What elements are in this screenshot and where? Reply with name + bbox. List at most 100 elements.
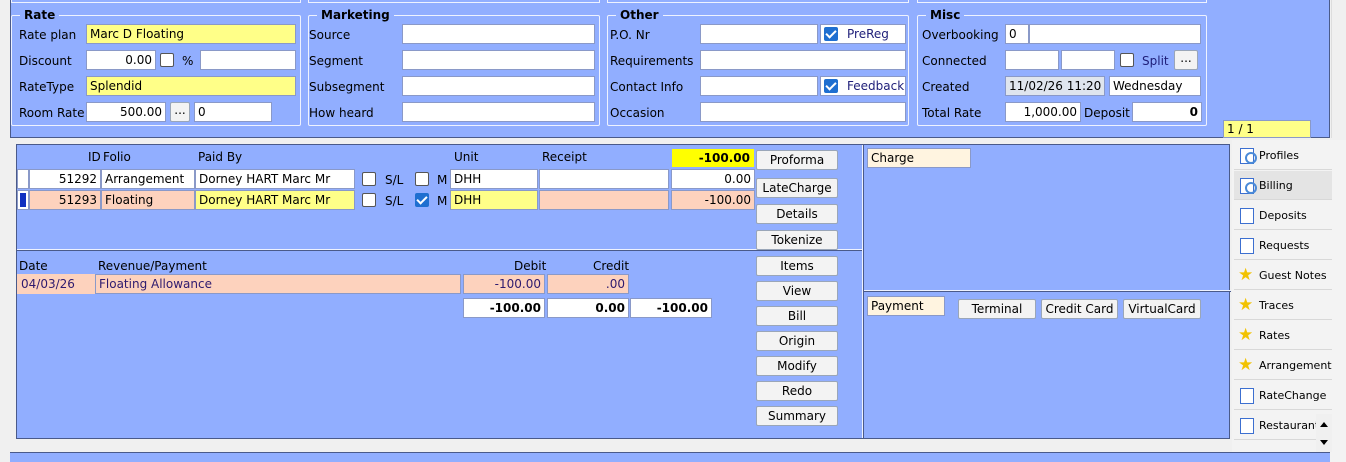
proforma-button[interactable]: Proforma — [756, 150, 838, 170]
terminal-button[interactable]: Terminal — [958, 299, 1036, 319]
sidebar-item-traces[interactable]: ★ Traces — [1234, 291, 1332, 320]
sidebar-item-deposits[interactable]: Deposits — [1234, 201, 1332, 230]
segment-label: Segment — [309, 54, 363, 68]
marketing-group-title: Marketing — [317, 8, 394, 22]
feedback-checkbox[interactable] — [824, 79, 838, 93]
source-label: Source — [309, 28, 351, 42]
connected-label: Connected — [922, 54, 987, 68]
ratetype-field[interactable]: Splendid — [86, 76, 296, 96]
rate-plan-field[interactable]: Marc D Floating — [86, 24, 296, 44]
scroll-up-icon[interactable] — [1320, 422, 1328, 427]
folio-name-cell: Floating — [101, 190, 195, 210]
unit-cell: DHH — [450, 169, 538, 189]
other-group-title: Other — [616, 8, 663, 22]
folio-id-header: ID — [88, 150, 101, 164]
occasion-field[interactable] — [700, 102, 906, 122]
summary-button[interactable]: Summary — [756, 406, 838, 426]
paid-by-cell[interactable]: Dorney HART Marc Mr — [195, 190, 355, 210]
sidebar-item-guest-notes[interactable]: ★ Guest Notes — [1234, 261, 1332, 290]
segment-field[interactable] — [402, 50, 595, 70]
details-button[interactable]: Details — [756, 204, 838, 224]
sidebar-scrollbar[interactable] — [1316, 414, 1332, 452]
rate-plan-label: Rate plan — [19, 28, 77, 42]
discount-percent-checkbox[interactable] — [160, 53, 174, 67]
star-icon: ★ — [1238, 265, 1254, 285]
m-checkbox[interactable] — [415, 172, 429, 186]
row-selector[interactable] — [17, 169, 29, 189]
paid-by-cell[interactable]: Dorney HART Marc Mr — [195, 169, 355, 189]
sidebar-item-arrangement[interactable]: ★ Arrangement — [1234, 351, 1332, 380]
marketing-group: Marketing Source Segment Subsegment How … — [308, 8, 600, 126]
sl-checkbox[interactable] — [362, 172, 376, 186]
charge-label-box: Charge — [867, 148, 971, 168]
room-rate-label: Room Rate — [19, 106, 85, 120]
bill-button[interactable]: Bill — [756, 306, 838, 326]
magnifier-doc-icon — [1240, 178, 1257, 194]
view-button[interactable]: View — [756, 281, 838, 301]
magnifier-doc-icon — [1240, 148, 1257, 164]
rate-group-title: Rate — [20, 8, 60, 22]
amount-cell: -100.00 — [671, 190, 755, 210]
record-pager: 1 / 1 — [1223, 120, 1311, 138]
po-field[interactable] — [700, 24, 818, 44]
sidebar-item-profiles[interactable]: Profiles — [1234, 141, 1332, 170]
rate-group: Rate Rate plan Marc D Floating Discount … — [11, 8, 301, 126]
sidebar-item-label: Arrangement — [1259, 359, 1332, 372]
credit-card-button[interactable]: Credit Card — [1041, 299, 1118, 319]
how-heard-field[interactable] — [402, 102, 595, 122]
m-label: M — [437, 194, 448, 208]
sl-checkbox[interactable] — [362, 193, 376, 207]
room-rate-field[interactable]: 500.00 — [86, 102, 166, 122]
prev-group-edge — [308, 0, 600, 3]
created-label: Created — [922, 80, 970, 94]
table-row[interactable]: 51292 Arrangement Dorney HART Marc Mr S/… — [17, 169, 757, 189]
po-label: P.O. Nr — [610, 28, 650, 42]
modify-button[interactable]: Modify — [756, 356, 838, 376]
subsegment-field[interactable] — [402, 76, 595, 96]
charge-payment-divider — [864, 290, 1231, 292]
sidebar-item-rates[interactable]: ★ Rates — [1234, 321, 1332, 350]
prereg-checkbox[interactable] — [824, 27, 838, 41]
virtual-card-button[interactable]: VirtualCard — [1123, 299, 1201, 319]
connected-field-2[interactable] — [1061, 50, 1115, 70]
receipt-cell — [539, 169, 669, 189]
star-icon: ★ — [1238, 295, 1254, 315]
contact-info-field[interactable] — [700, 76, 818, 96]
split-checkbox[interactable] — [1120, 53, 1134, 67]
split-lookup-button[interactable]: ... — [1174, 50, 1198, 70]
folio-name-cell: Arrangement — [101, 169, 195, 189]
sidebar-item-requests[interactable]: Requests — [1234, 231, 1332, 260]
overbooking-field[interactable]: 0 — [1005, 24, 1029, 44]
document-icon — [1240, 388, 1254, 404]
discount-extra-field[interactable] — [200, 50, 296, 70]
source-field[interactable] — [402, 24, 595, 44]
origin-button[interactable]: Origin — [756, 331, 838, 351]
overbooking-label: Overbooking — [922, 28, 999, 42]
table-row[interactable]: 51293 Floating Dorney HART Marc Mr S/L M… — [17, 190, 757, 210]
receipt-cell — [539, 190, 669, 210]
redo-button[interactable]: Redo — [756, 381, 838, 401]
room-rate-lookup-button[interactable]: ... — [170, 102, 190, 122]
contact-info-label: Contact Info — [610, 80, 684, 94]
sidebar-item-ratechange[interactable]: RateChange — [1234, 381, 1332, 410]
reservation-details-panel: Rate Rate plan Marc D Floating Discount … — [10, 0, 1330, 138]
tokenize-button[interactable]: Tokenize — [756, 230, 838, 250]
top-scrollbar[interactable] — [1331, 0, 1346, 138]
latecharge-button[interactable]: LateCharge — [756, 178, 838, 198]
scroll-down-icon[interactable] — [1320, 440, 1328, 445]
folio-total: -100.00 — [672, 149, 754, 167]
discount-label: Discount — [19, 54, 72, 68]
discount-field[interactable]: 0.00 — [86, 50, 156, 70]
requirements-field[interactable] — [700, 50, 906, 70]
document-icon — [1240, 418, 1254, 434]
posting-date-cell: 04/03/26 — [17, 274, 95, 294]
document-icon — [1240, 208, 1254, 224]
sidebar-item-billing[interactable]: Billing — [1234, 171, 1332, 200]
connected-field-1[interactable] — [1005, 50, 1059, 70]
list-item[interactable]: 04/03/26 Floating Allowance -100.00 .00 — [17, 274, 637, 294]
items-button[interactable]: Items — [756, 256, 838, 276]
overbooking-extra-field[interactable] — [1029, 24, 1201, 44]
prev-group-edge — [917, 0, 1207, 3]
m-checkbox[interactable] — [415, 193, 429, 207]
room-rate-extra-field[interactable]: 0 — [194, 102, 272, 122]
